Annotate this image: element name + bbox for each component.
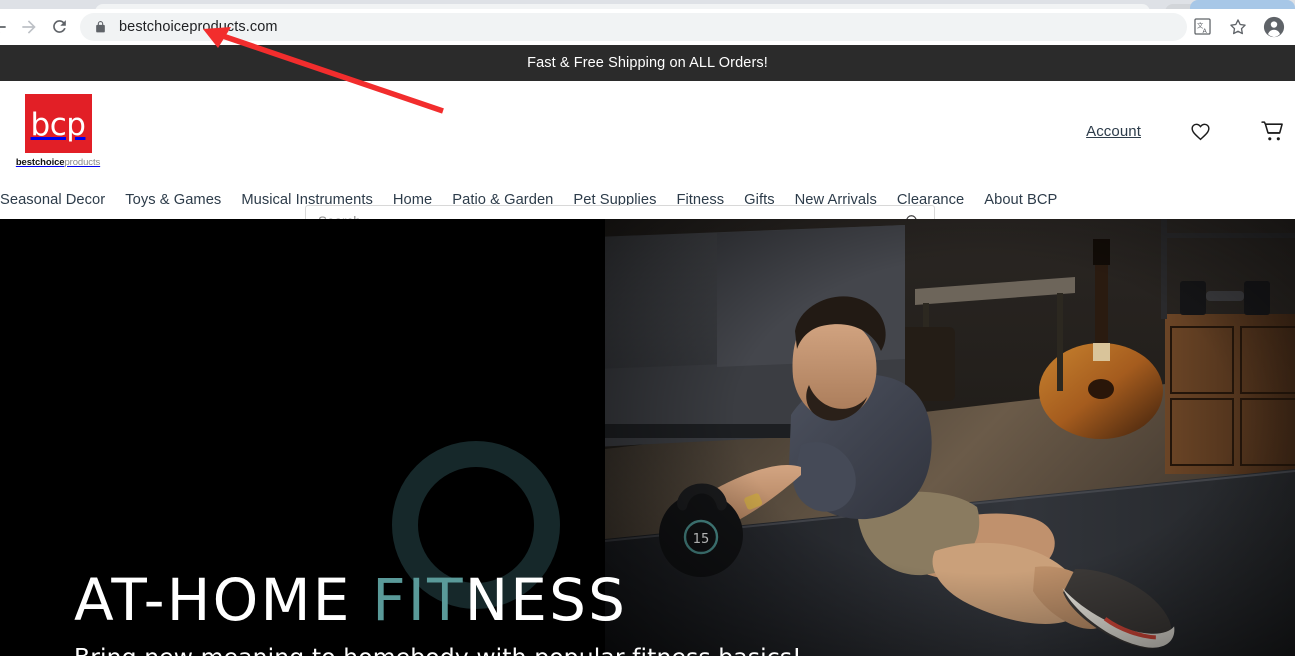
bookmark-star-icon[interactable] [1227, 16, 1249, 38]
forward-button[interactable] [14, 12, 44, 42]
logo-wordmark: bestchoiceproducts [16, 157, 100, 168]
arrow-right-icon [22, 19, 36, 34]
logo-mark: bcp [24, 94, 92, 153]
nav-item-about-bcp[interactable]: About BCP [974, 192, 1067, 208]
announcement-bar: Fast & Free Shipping on ALL Orders! [0, 45, 1295, 81]
account-link[interactable]: Account [1086, 123, 1141, 140]
cart-icon[interactable] [1259, 118, 1285, 144]
hero-title-tail: NESS [464, 566, 628, 634]
back-button[interactable] [0, 12, 14, 42]
reload-icon [52, 20, 66, 33]
address-bar[interactable]: bestchoiceproducts.com [80, 12, 1187, 41]
site-logo[interactable]: bcp bestchoiceproducts [8, 94, 108, 168]
svg-text:A: A [1202, 28, 1207, 35]
hero-title: AT-HOME FITNESS [74, 571, 802, 629]
hero-title-lead: AT-HOME [74, 566, 373, 634]
browser-toolbar: bestchoiceproducts.com 文 A [0, 9, 1295, 45]
nav-item-seasonal-decor[interactable]: Seasonal Decor [0, 192, 115, 208]
arrow-left-icon [0, 20, 6, 33]
logo-mark-text: bcp [30, 107, 86, 143]
toolbar-actions: 文 A [1191, 16, 1295, 38]
wishlist-heart-icon[interactable] [1187, 118, 1213, 144]
profile-avatar-icon[interactable] [1263, 16, 1285, 38]
hero-copy: AT-HOME FITNESS Bring new meaning to hom… [74, 571, 802, 656]
logo-wordmark-light: products [64, 157, 101, 168]
url-text: bestchoiceproducts.com [119, 18, 278, 35]
reload-button[interactable] [44, 12, 74, 42]
lock-icon [94, 20, 107, 34]
translate-icon[interactable]: 文 A [1191, 16, 1213, 38]
hero-subtitle: Bring new meaning to homebody with popul… [74, 643, 802, 656]
browser-tab-active[interactable] [1190, 0, 1295, 9]
header-actions: Account [1086, 81, 1285, 181]
browser-tab-strip[interactable] [0, 0, 1295, 9]
hero-title-accent: FIT [372, 566, 465, 634]
hero-banner[interactable]: 15 AT-HOME FITNESS Bring new meaning to … [0, 219, 1295, 656]
nav-item-toys-games[interactable]: Toys & Games [115, 192, 231, 208]
site-header: bcp bestchoiceproducts Account [0, 81, 1295, 238]
announcement-text: Fast & Free Shipping on ALL Orders! [527, 55, 768, 71]
logo-wordmark-bold: bestchoice [15, 157, 65, 168]
